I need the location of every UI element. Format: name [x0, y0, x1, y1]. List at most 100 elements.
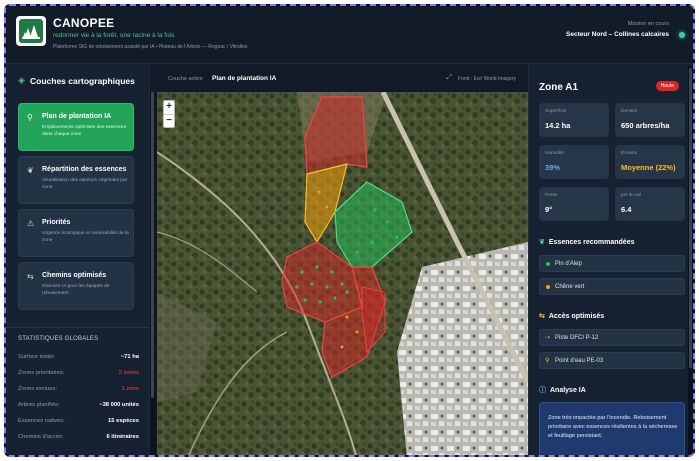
- analysis-title-text: Analyse IA: [550, 387, 586, 394]
- metric-value: 650 arbres/ha: [621, 121, 670, 130]
- route-icon: ⇢: [545, 335, 551, 341]
- metric-card: Humidité 39%: [539, 145, 609, 179]
- panel-scrollbar-thumb[interactable]: [689, 68, 692, 368]
- species-item[interactable]: Pin d'Alep: [539, 255, 685, 272]
- leaf-icon: ❦: [539, 239, 545, 246]
- metric-card: Érosion Moyenne (22%): [615, 145, 685, 179]
- metric-value: 9°: [545, 205, 553, 214]
- species-item[interactable]: Chêne vert: [539, 278, 685, 295]
- active-layer-value: Plan de plantation IA: [212, 75, 277, 82]
- metric-card: Superficie 14.2 ha: [539, 103, 609, 137]
- app-tagline: redonner vie à la forêt, une racine à la…: [53, 32, 175, 39]
- sidebar-scrollbar-thumb[interactable]: [151, 68, 154, 398]
- stat-row: Essences natives: 15 espèces: [18, 418, 139, 428]
- mission-value: Secteur Nord – Collines calcaires: [566, 31, 669, 38]
- metric-label: pH du sol: [621, 193, 642, 198]
- zoom-in-button[interactable]: +: [164, 101, 174, 114]
- leaf-icon: ❦: [27, 166, 34, 175]
- stat-value: ~71 ha: [120, 354, 139, 360]
- stat-value: 15 espèces: [108, 418, 139, 424]
- app-header: CANOPEE redonner vie à la forêt, une rac…: [6, 6, 693, 64]
- metric-value: 39%: [545, 163, 561, 172]
- layer-name: Plan de plantation IA: [42, 113, 112, 120]
- access-section-title: ⇆ Accès optimisés: [539, 312, 604, 320]
- layer-priorites[interactable]: ⚠ Priorités Urgence écologique et vulnér…: [18, 209, 134, 257]
- stat-value: 6 itinéraires: [106, 434, 139, 440]
- metric-value: Moyenne (22%): [621, 163, 676, 172]
- species-name: Chêne vert: [555, 284, 585, 290]
- warning-icon: ⚠: [27, 219, 35, 228]
- stat-label: Essences natives:: [18, 418, 65, 424]
- access-item[interactable]: ⇢ Piste DFCI P-12: [539, 329, 685, 346]
- zoom-controls: + −: [163, 100, 175, 128]
- analysis-text: Zone très impactée par l'incendie. Reboi…: [548, 415, 678, 439]
- app-window: CANOPEE redonner vie à la forêt, une rac…: [4, 4, 695, 457]
- expand-icon[interactable]: ⤢: [446, 74, 452, 82]
- access-item[interactable]: ⚲ Point d'eau PE-03: [539, 352, 685, 369]
- metric-value: 14.2 ha: [545, 121, 571, 130]
- app-name: CANOPEE: [53, 16, 115, 30]
- satellite-map[interactable]: + −: [157, 92, 528, 455]
- route-icon: ⇆: [539, 313, 545, 320]
- stat-label: Surface totale:: [18, 354, 56, 360]
- stat-row: Surface totale: ~71 ha: [18, 354, 139, 364]
- stat-row: Arbres planifiés: ~38 000 unités: [18, 402, 139, 412]
- stat-label: Arbres planifiés:: [18, 402, 60, 408]
- species-color-dot: [546, 262, 550, 266]
- layer-desc: Visualisation des espèces végétales par …: [42, 178, 128, 190]
- zone-detail-panel: Zone A1 Haute Superficie 14.2 ha Densité…: [528, 64, 693, 455]
- stat-row: Zones prioritaires: 2 zones: [18, 370, 139, 380]
- map-canvas: [157, 92, 528, 455]
- stat-value: ~38 000 unités: [99, 402, 139, 408]
- zone-title: Zone A1: [539, 82, 579, 93]
- active-layer-label: Couche active: [168, 76, 203, 82]
- stat-label: Zones exclues:: [18, 386, 57, 392]
- sidebar-title: Couches cartographiques: [30, 76, 135, 86]
- layer-name: Chemins optimisés: [42, 272, 107, 279]
- map-toolbar: Couche active Plan de plantation IA ⤢ Fo…: [150, 64, 528, 92]
- layer-chemins-optimises[interactable]: ⇆ Chemins optimisés Itinéraire IA pour l…: [18, 262, 134, 310]
- metric-label: Superficie: [545, 109, 567, 114]
- mission-label: Mission en cours: [627, 21, 669, 27]
- metric-card: Densité 650 arbres/ha: [615, 103, 685, 137]
- metric-label: Érosion: [621, 151, 638, 156]
- species-section-title: ❦ Essences recommandées: [539, 238, 634, 246]
- stat-row: Chemins d'accès: 6 itinéraires: [18, 434, 139, 444]
- stat-value: 1 zone: [121, 386, 139, 392]
- stats-title: STATISTIQUES GLOBALES: [18, 336, 99, 342]
- layer-desc: Emplacements optimisés des essences dans…: [42, 125, 126, 137]
- app-subtitle: Plateforme SIG de reboisement assisté pa…: [53, 44, 248, 50]
- species-title-text: Essences recommandées: [548, 239, 635, 246]
- zoom-out-button[interactable]: −: [164, 114, 174, 127]
- species-name: Pin d'Alep: [555, 261, 582, 267]
- metric-card: pH du sol 6.4: [615, 187, 685, 221]
- layer-desc: Urgence écologique et vulnérabilité de l…: [42, 231, 129, 243]
- map-pin-icon: ⚲: [545, 358, 550, 364]
- layer-plan-plantation[interactable]: ⚲ Plan de plantation IA Emplacements opt…: [18, 103, 134, 151]
- app-logo: [16, 16, 46, 46]
- analysis-box: Zone très impactée par l'incendie. Reboi…: [539, 402, 685, 455]
- stat-value: 2 zones: [118, 370, 139, 376]
- priority-badge: Haute: [655, 81, 679, 91]
- status-indicator-icon: [679, 32, 685, 38]
- layers-icon: ◈: [18, 75, 25, 85]
- layer-desc: Itinéraire IA pour les équipes de rebois…: [42, 284, 110, 296]
- metric-value: 6.4: [621, 205, 632, 214]
- layer-repartition-essences[interactable]: ❦ Répartition des essences Visualisation…: [18, 156, 134, 204]
- divider: [6, 327, 149, 328]
- metric-label: Humidité: [545, 151, 564, 156]
- access-name: Point d'eau PE-03: [555, 358, 604, 364]
- analysis-section-title: ⓘ Analyse IA: [539, 385, 586, 395]
- layer-name: Priorités: [42, 219, 71, 226]
- metric-label: Densité: [621, 109, 638, 114]
- metric-label: Pente: [545, 193, 558, 198]
- info-icon: ⓘ: [539, 387, 546, 394]
- left-sidebar: ◈ Couches cartographiques ⚲ Plan de plan…: [6, 64, 150, 455]
- access-name: Piste DFCI P-12: [555, 335, 599, 341]
- stat-row: Zones exclues: 1 zone: [18, 386, 139, 396]
- species-color-dot: [546, 285, 550, 289]
- metric-card: Pente 9°: [539, 187, 609, 221]
- stat-label: Zones prioritaires:: [18, 370, 65, 376]
- stat-label: Chemins d'accès:: [18, 434, 64, 440]
- access-title-text: Accès optimisés: [548, 313, 605, 320]
